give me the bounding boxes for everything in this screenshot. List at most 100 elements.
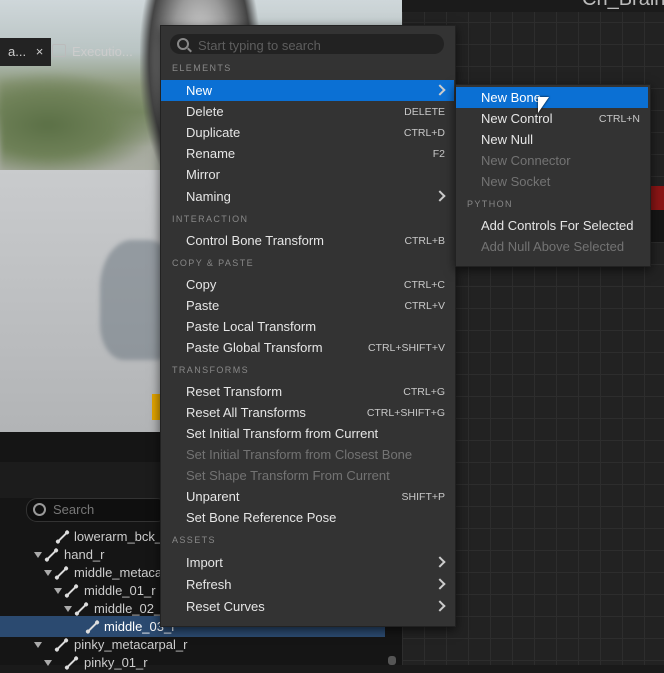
menu-item-paste-global-transform[interactable]: Paste Global Transform CTRL+SHIFT+V [161, 337, 454, 358]
submenu-item-new-socket: New Socket [456, 171, 648, 192]
menu-item-label: Mirror [186, 167, 220, 182]
menu-item-copy[interactable]: Copy CTRL+C [161, 274, 454, 295]
submenu-item-new-bone[interactable]: New Bone [456, 87, 648, 108]
shortcut-label: CTRL+D [403, 127, 445, 139]
chevron-right-icon [434, 190, 446, 202]
menu-item-label: New Null [481, 132, 534, 147]
expand-arrow-icon[interactable] [64, 606, 72, 612]
expand-arrow-icon[interactable] [54, 588, 62, 594]
tab-execution[interactable]: Executio... [44, 38, 141, 66]
hierarchy-search-input[interactable]: Search [26, 498, 168, 522]
menu-item-control-bone-transform[interactable]: Control Bone Transform CTRL+B [161, 230, 454, 251]
menu-item-label: Delete [186, 104, 224, 119]
menu-item-label: Naming [186, 189, 231, 204]
bone-icon [56, 639, 67, 651]
search-icon [177, 38, 189, 50]
menu-item-unparent[interactable]: Unparent SHIFT+P [161, 486, 454, 507]
menu-item-mirror[interactable]: Mirror [161, 164, 454, 185]
chevron-right-icon [434, 556, 446, 568]
menu-item-label: Set Initial Transform from Current [186, 426, 379, 441]
chevron-right-icon [434, 600, 446, 612]
menu-item-label: Duplicate [186, 125, 241, 140]
menu-item-label: Add Null Above Selected [481, 239, 625, 254]
search-placeholder: Search [53, 502, 95, 517]
shortcut-label: CTRL+N [598, 113, 640, 125]
bone-icon [57, 531, 68, 543]
menu-item-delete[interactable]: Delete DELETE [161, 101, 454, 122]
menu-item-rename[interactable]: Rename F2 [161, 143, 454, 164]
menu-item-set-bone-reference-pose[interactable]: Set Bone Reference Pose [161, 507, 454, 528]
menu-item-label: Reset All Transforms [186, 405, 306, 420]
submenu-item-add-controls-for-selected[interactable]: Add Controls For Selected [456, 215, 648, 236]
submenu-item-new-control[interactable]: New Control CTRL+N [456, 108, 648, 129]
tab-label: a... [8, 44, 27, 59]
menu-item-refresh[interactable]: Refresh [161, 574, 454, 595]
tree-label: pinky_01_r [84, 655, 148, 670]
shortcut-label: CTRL+SHIFT+G [366, 407, 445, 419]
expand-arrow-icon[interactable] [44, 660, 52, 666]
menu-item-duplicate[interactable]: Duplicate CTRL+D [161, 122, 454, 143]
menu-item-naming[interactable]: Naming [161, 186, 454, 207]
menu-item-label: Unparent [186, 489, 240, 504]
menu-item-label: New Socket [481, 174, 551, 189]
menu-item-reset-all-transforms[interactable]: Reset All Transforms CTRL+SHIFT+G [161, 402, 454, 423]
menu-item-set-initial-transform[interactable]: Set Initial Transform from Current [161, 423, 454, 444]
submenu-item-new-null[interactable]: New Null [456, 129, 648, 150]
expand-arrow-icon[interactable] [34, 552, 42, 558]
menu-item-set-initial-from-closest-bone: Set Initial Transform from Closest Bone [161, 444, 454, 465]
tree-row[interactable]: pinky_01_r [0, 652, 385, 673]
bone-icon [76, 603, 87, 615]
bone-icon [87, 621, 98, 633]
menu-item-label: Copy [186, 277, 217, 292]
menu-item-label: Set Bone Reference Pose [186, 510, 337, 525]
menu-item-label: New Control [481, 111, 553, 126]
section-header: PYTHON [467, 199, 513, 209]
shortcut-label: CTRL+B [404, 235, 445, 247]
search-icon [33, 503, 46, 516]
expand-arrow-icon[interactable] [34, 642, 42, 648]
menu-item-reset-curves[interactable]: Reset Curves [161, 596, 454, 617]
menu-item-label: New Connector [481, 153, 571, 168]
bone-icon [46, 549, 57, 561]
shortcut-label: CTRL+C [403, 279, 445, 291]
menu-item-label: Set Shape Transform From Current [186, 468, 390, 483]
menu-search-field[interactable] [170, 34, 444, 55]
menu-item-label: Import [186, 555, 223, 570]
shortcut-label: CTRL+V [404, 300, 445, 312]
menu-item-label: Control Bone Transform [186, 233, 325, 248]
menu-item-reset-transform[interactable]: Reset Transform CTRL+G [161, 381, 454, 402]
bone-icon [66, 585, 77, 597]
menu-item-set-shape-transform: Set Shape Transform From Current [161, 465, 454, 486]
menu-item-label: New Bone [481, 90, 541, 105]
menu-item-label: Refresh [186, 577, 232, 592]
menu-item-label: Paste Global Transform [186, 340, 323, 355]
scrollbar[interactable] [388, 656, 396, 665]
section-header: INTERACTION [172, 214, 249, 224]
close-icon[interactable]: × [36, 44, 44, 59]
menu-item-label: Rename [186, 146, 236, 161]
bone-icon [56, 567, 67, 579]
menu-item-label: Paste Local Transform [186, 319, 317, 334]
tab-label: Executio... [72, 44, 133, 59]
chevron-right-icon [434, 84, 446, 96]
section-header: TRANSFORMS [172, 365, 249, 375]
mouse-cursor-icon [538, 97, 549, 113]
menu-item-new[interactable]: New [161, 80, 454, 101]
chevron-right-icon [434, 578, 446, 590]
submenu-item-new-connector: New Connector [456, 150, 648, 171]
menu-search-input[interactable] [196, 35, 440, 55]
shortcut-label: F2 [432, 148, 445, 160]
shortcut-label: SHIFT+P [401, 491, 445, 503]
shortcut-label: CTRL+SHIFT+V [367, 342, 445, 354]
section-header: ASSETS [172, 535, 216, 545]
menu-item-label: Reset Curves [186, 599, 265, 614]
expand-arrow-icon[interactable] [44, 570, 52, 576]
menu-item-paste-local-transform[interactable]: Paste Local Transform [161, 316, 454, 337]
graph-title: Ch_Brain [582, 0, 664, 11]
submenu-item-add-null-above-selected: Add Null Above Selected [456, 236, 648, 257]
menu-item-label: New [186, 83, 213, 98]
menu-item-label: Set Initial Transform from Closest Bone [186, 447, 413, 462]
menu-item-paste[interactable]: Paste CTRL+V [161, 295, 454, 316]
menu-item-import[interactable]: Import [161, 552, 454, 573]
execution-icon [52, 44, 66, 57]
